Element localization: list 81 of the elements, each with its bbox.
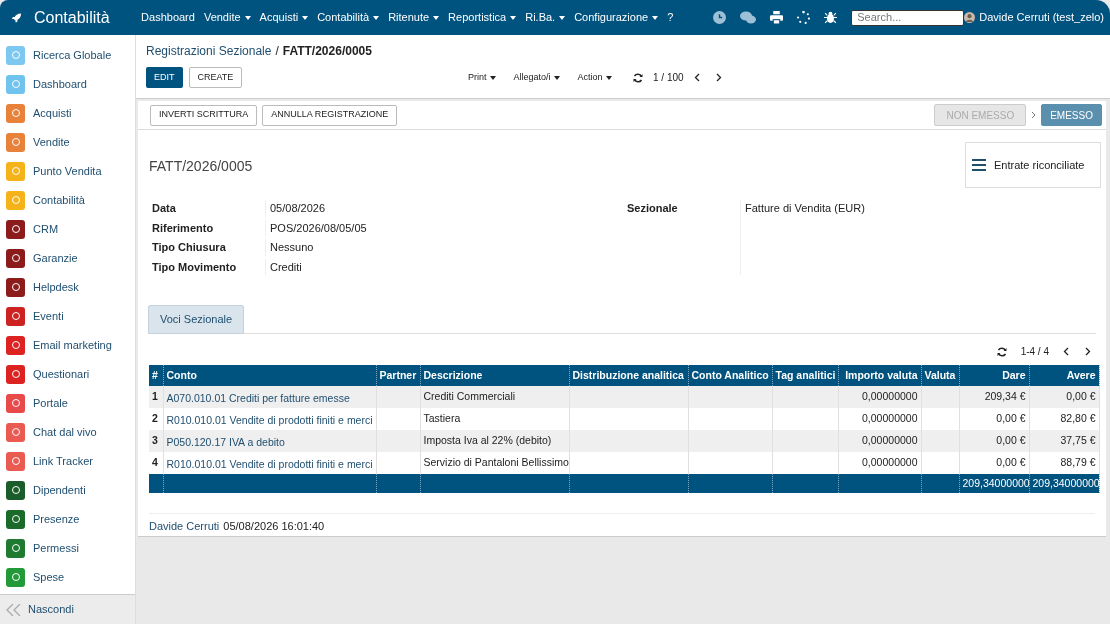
menu-item[interactable]: Reportistica	[448, 9, 517, 26]
search-field[interactable]: Search...	[851, 9, 965, 26]
field-value: POS/2026/08/05/05	[265, 219, 525, 236]
collapse-button[interactable]: Nascondi	[0, 594, 135, 624]
header-button[interactable]: INVERTI SCRITTURA	[150, 104, 258, 126]
clock-icon[interactable]	[713, 11, 727, 24]
sidebar-item[interactable]: Spese	[6, 567, 135, 587]
status-step[interactable]: EMESSO	[1041, 104, 1102, 126]
double-chevron-left-icon	[6, 603, 22, 616]
create-button[interactable]: CREATE	[188, 67, 243, 88]
field-value: Fatture di Vendita (EUR)	[740, 200, 940, 275]
edit-button[interactable]: EDIT	[146, 67, 183, 88]
caret-icon	[553, 75, 560, 80]
sidebar-item[interactable]: CRM	[6, 219, 135, 239]
sidebar-item[interactable]: Garanzie	[6, 248, 135, 268]
sidebar-item[interactable]: Vendite	[6, 132, 135, 152]
refresh-icon[interactable]	[996, 346, 1007, 357]
sidebar-item[interactable]: Dashboard	[6, 74, 135, 94]
bug-icon[interactable]	[824, 11, 838, 24]
dropdown-button[interactable]: Print	[468, 70, 496, 85]
caret-icon	[489, 75, 496, 80]
field-label: Tipo Movimento	[152, 259, 238, 275]
list-icon	[972, 159, 986, 171]
dropdown-button[interactable]: Allegato/i	[513, 70, 560, 85]
sidebar-item[interactable]: Questionari	[6, 364, 135, 384]
timestamp: 05/08/2026 16:01:40	[223, 519, 325, 534]
sidebar-item[interactable]: Presenze	[6, 509, 135, 529]
field-label: Tipo Chiusura	[152, 240, 227, 255]
menu-item[interactable]: Ri.Ba.	[525, 9, 566, 26]
sidebar-item[interactable]: Link Tracker	[6, 451, 135, 471]
app-title: Contabilità	[34, 7, 111, 28]
breadcrumb-separator: /	[275, 43, 279, 60]
spinner-icon[interactable]	[797, 11, 811, 24]
field-value: Crediti	[265, 258, 525, 275]
sidebar-item[interactable]: Email marketing	[6, 335, 135, 355]
author-link[interactable]: Davide Cerruti	[149, 518, 220, 535]
field-label: Sezionale	[627, 201, 679, 216]
total-cell: 209,34000000	[959, 474, 1029, 493]
menu-item[interactable]: ?	[667, 9, 674, 26]
sidebar-item[interactable]: Contabilità	[6, 190, 135, 210]
menu-item[interactable]: Acquisti	[259, 9, 309, 26]
menu-item[interactable]: Ritenute	[388, 9, 440, 26]
tab[interactable]: Voci Sezionale	[148, 305, 245, 334]
dropdown-button[interactable]: Action	[577, 70, 612, 85]
breadcrumb-current: FATT/2026/0005	[282, 43, 372, 60]
chevron-right-icon[interactable]	[715, 73, 722, 82]
field-label: Data	[152, 201, 177, 216]
sidebar-item[interactable]: Chat dal vivo	[6, 422, 135, 442]
chevron-right-icon	[1031, 111, 1037, 119]
sidebar-item[interactable]: Permessi	[6, 538, 135, 558]
caret-icon	[605, 75, 612, 80]
breadcrumb-link[interactable]: Registrazioni Sezionale	[146, 42, 272, 60]
header-button[interactable]: ANNULLA REGISTRAZIONE	[262, 104, 398, 126]
field-label: Riferimento	[152, 220, 215, 236]
pager-counter: 1-4 / 4	[1020, 345, 1049, 359]
sidebar-item[interactable]: Portale	[6, 393, 135, 413]
chat-icon[interactable]	[740, 11, 757, 24]
chevron-right-icon[interactable]	[1085, 347, 1091, 356]
sidebar-item[interactable]: Acquisti	[6, 103, 135, 123]
total-cell: 209,34000000	[1029, 474, 1099, 493]
field-value: 05/08/2026	[265, 200, 525, 217]
chevron-left-icon[interactable]	[693, 73, 700, 82]
printer-icon[interactable]	[770, 11, 784, 24]
menu-item[interactable]: Dashboard	[141, 9, 195, 26]
menu-item[interactable]: Vendite	[203, 9, 251, 26]
rocket-icon[interactable]	[11, 11, 22, 24]
sidebar-item[interactable]: Dipendenti	[6, 480, 135, 500]
pager-counter: 1 / 100	[653, 71, 684, 85]
field-value: Nessuno	[265, 239, 525, 256]
user-name[interactable]: Davide Cerruti (test_zelo)	[979, 9, 1104, 26]
sidebar-item[interactable]: Ricerca Globale	[6, 45, 135, 65]
chevron-left-icon[interactable]	[1063, 347, 1069, 356]
refresh-icon[interactable]	[633, 72, 643, 83]
sidebar-item[interactable]: Eventi	[6, 306, 135, 326]
smart-button[interactable]: Entrate riconciliate	[965, 142, 1101, 188]
sidebar-item[interactable]: Helpdesk	[6, 277, 135, 297]
menu-item[interactable]: Configurazione	[574, 9, 659, 26]
sidebar-item[interactable]: Punto Vendita	[6, 161, 135, 181]
avatar-icon[interactable]	[964, 12, 976, 23]
menu-item[interactable]: Contabilità	[317, 9, 380, 26]
record-title: FATT/2026/0005	[149, 157, 253, 176]
